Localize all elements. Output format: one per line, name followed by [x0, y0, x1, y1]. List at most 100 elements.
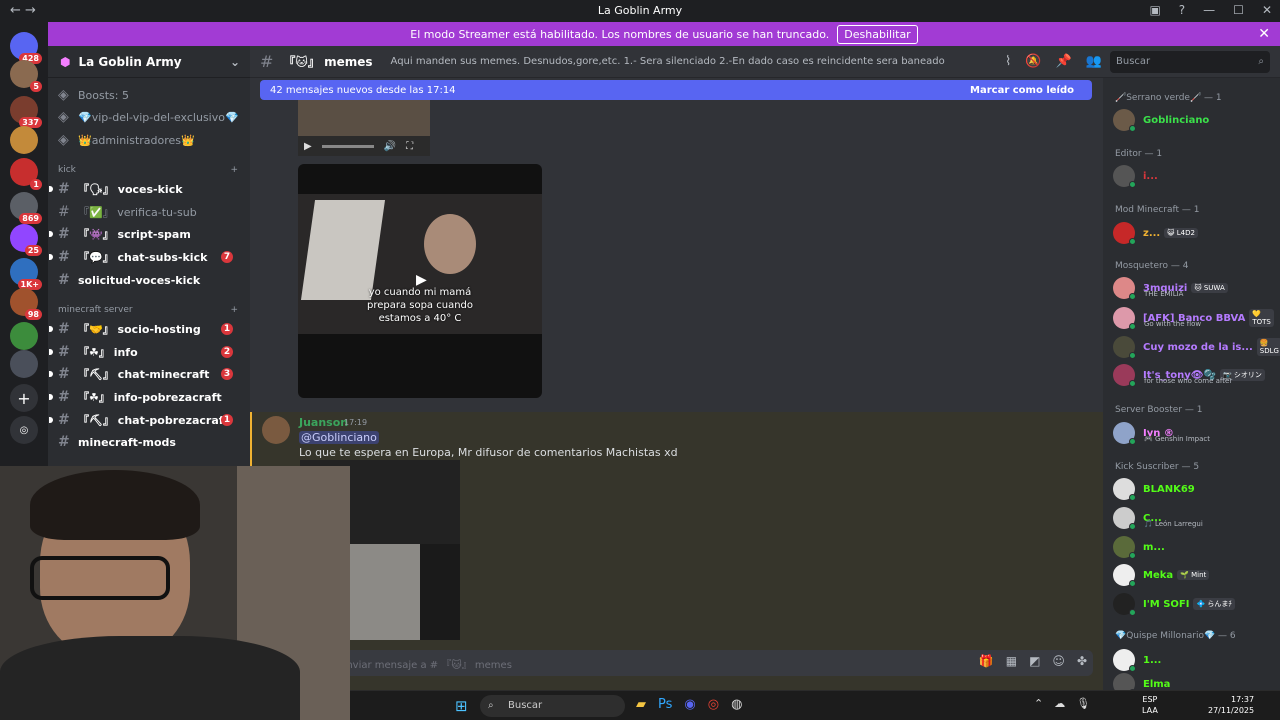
member-item[interactable]: m... [1113, 535, 1273, 559]
members-icon[interactable]: 👥 [1086, 54, 1102, 69]
member-item[interactable]: 1... [1113, 648, 1273, 672]
channel-item[interactable]: # 『👾』 script-spam [49, 224, 243, 244]
emoji-icon[interactable]: ☺ [1052, 654, 1065, 668]
status-indicator [1129, 523, 1136, 530]
channel-topic[interactable]: Aqui manden sus memes. Desnudos,gore,etc… [391, 56, 945, 67]
add-server-icon[interactable]: + [10, 384, 38, 412]
channel-item[interactable]: # 『☘』 info-pobrezacraft [49, 387, 243, 407]
sticker-icon[interactable]: ◩ [1029, 654, 1040, 668]
server-icon[interactable] [10, 322, 38, 350]
close-button[interactable]: ✕ [1262, 3, 1272, 17]
inbox-icon[interactable]: ▣ [1149, 3, 1160, 17]
avatar[interactable] [262, 416, 290, 444]
add-channel-icon[interactable]: + [230, 305, 238, 315]
member-item[interactable]: Iyn ® 🎮 Genshin Impact [1113, 421, 1273, 445]
server-icon[interactable]: 98 [10, 288, 42, 320]
guild-tag: 🐱 SUWA [1191, 283, 1228, 293]
obs-icon[interactable]: ◍ [731, 697, 742, 712]
channel-item[interactable]: # 『✅』 verifica-tu-sub [58, 202, 243, 222]
fullscreen-icon[interactable]: ⛶ [406, 141, 413, 152]
minimize-button[interactable]: — [1203, 3, 1215, 17]
user-mention[interactable]: @Goblinciano [299, 431, 379, 444]
keyboard-layout: LAA [1142, 706, 1158, 715]
photoshop-icon[interactable]: Ps [658, 697, 672, 712]
server-icon[interactable] [10, 126, 38, 154]
chrome-icon[interactable]: ◎ [708, 697, 719, 712]
mark-read-button[interactable]: Marcar como leído [970, 85, 1074, 96]
language-indicator[interactable]: ESP LAA [1142, 694, 1158, 716]
guild-tag: 😺 L4D2 [1164, 228, 1198, 238]
member-item[interactable]: 3mquizi 🐱 SUWA THE EMILIA [1113, 276, 1273, 300]
server-icon[interactable]: 1 [10, 158, 42, 190]
volume-icon[interactable]: 🔊 [384, 141, 396, 152]
threads-icon[interactable]: ⌇ [1005, 54, 1011, 69]
server-icon[interactable]: 5 [10, 60, 42, 92]
add-channel-icon[interactable]: + [230, 165, 238, 175]
member-item[interactable]: [AFK] Banco BBVA 💛 TOTS Go with the flow [1113, 306, 1274, 330]
close-icon[interactable]: ✕ [1258, 26, 1270, 42]
category-header[interactable]: kick + [58, 165, 238, 175]
mute-bell-icon[interactable]: 🔕 [1025, 54, 1041, 69]
server-header[interactable]: ⬢ La Goblin Army ⌄ [48, 46, 250, 78]
windows-start-icon[interactable]: ⊞ [455, 697, 468, 715]
chat-area: ▶ 🔊 ⛶ 42 mensajes nuevos desde las 17:14… [250, 78, 1103, 690]
message-author[interactable]: Juanson [299, 416, 348, 429]
video-caption: yo cuando mi mamá prepara sopa cuando es… [366, 287, 474, 324]
channel-item[interactable]: # 『🗣』 voces-kick [49, 179, 243, 199]
member-item[interactable]: Cuy mozo de la is... 🍔 SDLG [1113, 335, 1280, 359]
role-header: Mod Minecraft — 1 [1115, 205, 1200, 215]
server-icon[interactable]: 1K+ [10, 258, 42, 290]
disable-streamer-button[interactable]: Deshabilitar [837, 24, 918, 44]
message-input[interactable]: Enviar mensaje a # 『🐱』 memes 🎁 ▦ ◩ ☺ ✤ [260, 650, 1093, 676]
channel-item[interactable]: # 『☘』 info 2 [49, 342, 243, 362]
server-icon[interactable]: 337 [10, 96, 42, 128]
mic-icon[interactable]: 🎙 [1076, 697, 1090, 710]
channel-item[interactable]: # solicitud-voces-kick [58, 270, 243, 290]
new-messages-bar[interactable]: 42 mensajes nuevos desde las 17:14 Marca… [260, 80, 1092, 100]
member-item[interactable]: C... 🎵 León Larregui [1113, 506, 1273, 530]
gif-icon[interactable]: ▦ [1006, 654, 1017, 668]
apps-icon[interactable]: ✤ [1077, 654, 1087, 668]
hash-icon: # [58, 389, 70, 405]
server-icon[interactable]: 428 [10, 32, 42, 64]
server-icon[interactable]: 25 [10, 224, 42, 256]
member-item[interactable]: Meka 🌱 Mint [1113, 563, 1273, 587]
cloud-icon[interactable]: ☁ [1054, 697, 1065, 710]
unread-badge: 25 [24, 245, 42, 256]
member-item[interactable]: BLANK69 [1113, 477, 1273, 501]
gift-icon[interactable]: 🎁 [979, 654, 994, 668]
member-item[interactable]: It's_tony👁🫧 📷 シオリン for those who come afte… [1113, 363, 1273, 387]
pin-icon[interactable]: 📌 [1056, 54, 1072, 69]
channel-item[interactable]: # 『🤝』 socio-hosting 1 [49, 319, 243, 339]
category-header[interactable]: minecraft server + [58, 305, 238, 315]
clock[interactable]: 17:37 27/11/2025 [1208, 694, 1254, 716]
server-icon[interactable]: 869 [10, 192, 42, 224]
member-item[interactable]: Elma [1113, 672, 1273, 690]
play-icon[interactable]: ▶ [304, 141, 312, 152]
discover-icon[interactable]: ◎ [10, 416, 38, 444]
video-player[interactable]: ▶ 🔊 ⛶ [298, 100, 430, 156]
server-icon: ⬢ [60, 54, 71, 69]
chevron-up-icon[interactable]: ⌃ [1034, 697, 1043, 710]
taskbar-search[interactable]: ⌕ Buscar [480, 695, 625, 717]
search-input[interactable]: Buscar ⌕ [1110, 51, 1270, 73]
seek-bar[interactable] [321, 144, 374, 148]
server-icon[interactable] [10, 350, 38, 378]
channel-item[interactable]: # minecraft-mods [58, 432, 243, 452]
member-item[interactable]: Goblinciano [1113, 108, 1273, 132]
sidebar-item[interactable]: ◈ 👑administradores👑 [58, 130, 243, 150]
member-item[interactable]: i... [1113, 164, 1273, 188]
maximize-button[interactable]: ☐ [1233, 3, 1244, 17]
channel-item[interactable]: # 『⛏』 chat-minecraft 3 [49, 364, 243, 384]
file-explorer-icon[interactable]: ▰ [636, 697, 646, 712]
sidebar-item[interactable]: ◈ 💎vip-del-vip-del-exclusivo💎 [58, 107, 243, 127]
member-item[interactable]: I'M SOFI 💠 らんまﾁ [1113, 592, 1273, 616]
help-icon[interactable]: ? [1179, 3, 1185, 17]
discord-icon[interactable]: ◉ [684, 697, 695, 712]
channel-item[interactable]: # 『💬』 chat-subs-kick 7 [49, 247, 243, 267]
channel-item[interactable]: # 『⛏』 chat-pobrezacraft 1 [49, 410, 243, 430]
member-item[interactable]: z... 😺 L4D2 [1113, 221, 1273, 245]
video-embed[interactable]: ▶ yo cuando mi mamá prepara sopa cuando … [298, 164, 542, 398]
avatar [1113, 422, 1136, 445]
sidebar-item[interactable]: ◈ Boosts: 5 [58, 85, 243, 105]
